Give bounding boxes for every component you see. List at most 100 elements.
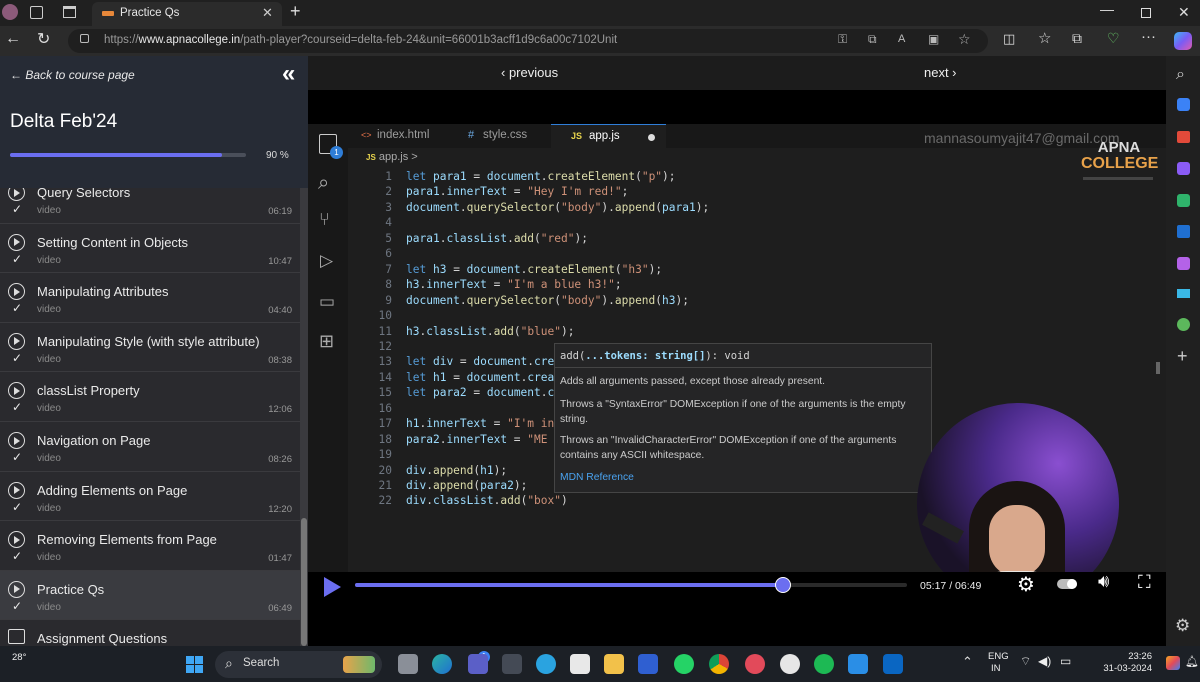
lesson-item[interactable]: Manipulating Attributes ✓ video 04:40 xyxy=(0,273,300,323)
fullscreen-icon[interactable]: ⛶ xyxy=(1138,572,1151,593)
notifications-icon[interactable]: 🔔︎ xyxy=(1185,655,1199,668)
spotify-icon[interactable] xyxy=(814,654,834,674)
weather-temp: 28° xyxy=(12,652,27,663)
seek-thumb[interactable] xyxy=(774,577,791,593)
taskbar-search-label: Search xyxy=(243,657,280,669)
red-app-icon[interactable] xyxy=(745,654,765,674)
back-icon[interactable]: ← xyxy=(5,30,21,48)
store-icon[interactable] xyxy=(570,654,590,674)
collapse-sidebar-icon[interactable]: « xyxy=(282,60,295,88)
url-host: www.apnacollege.in xyxy=(138,34,241,46)
key-icon[interactable]: ⚿ xyxy=(838,32,847,47)
new-tab-button[interactable]: + xyxy=(290,1,301,22)
telegram-icon[interactable] xyxy=(536,654,556,674)
more-menu-icon[interactable]: ··· xyxy=(1141,28,1156,45)
lock-icon[interactable] xyxy=(80,34,89,43)
chrome-icon[interactable] xyxy=(709,654,729,674)
volume-icon[interactable]: 🔊︎ xyxy=(1098,571,1109,592)
github-icon[interactable] xyxy=(780,654,800,674)
play-button[interactable] xyxy=(324,577,341,597)
outlook-icon[interactable] xyxy=(1177,225,1190,238)
lesson-item[interactable]: Setting Content in Objects ✓ video 10:47 xyxy=(0,224,300,274)
file-explorer-icon[interactable] xyxy=(604,654,624,674)
lesson-item[interactable]: Navigation on Page ✓ video 08:26 xyxy=(0,422,300,472)
language-indicator[interactable]: ENG IN xyxy=(988,651,1009,675)
lesson-item[interactable]: Assignment Questions xyxy=(0,620,300,646)
active-tab[interactable]: Practice Qs ✕ xyxy=(92,2,282,26)
back-to-course-link[interactable]: ← Back to course page xyxy=(10,68,135,82)
clock[interactable]: 23:26 31-03-2024 xyxy=(1090,651,1152,675)
immersive-reader-icon[interactable]: ▣ xyxy=(928,32,939,46)
lesson-item[interactable]: Practice Qs ✓ video 06:49 xyxy=(0,570,300,621)
lesson-item[interactable]: Adding Elements on Page ✓ video 12:20 xyxy=(0,472,300,522)
games-icon[interactable] xyxy=(1177,162,1190,175)
refresh-icon[interactable]: ↻ xyxy=(37,29,50,49)
drop-icon[interactable] xyxy=(1177,289,1190,298)
collections-icon[interactable]: ⧉ xyxy=(1072,30,1082,47)
wifi-icon[interactable]: ⌔ xyxy=(1020,654,1031,669)
sidebar-settings-icon[interactable]: ⚙ xyxy=(1175,616,1190,636)
play-circle-icon xyxy=(8,580,25,598)
show-hidden-icons[interactable]: ⌃ xyxy=(962,654,973,670)
task-view-icon[interactable] xyxy=(398,654,418,674)
close-window-button[interactable]: ✕ xyxy=(1178,4,1190,21)
close-tab-icon[interactable]: ✕ xyxy=(262,5,273,21)
weather-widget[interactable]: 28° xyxy=(6,650,46,678)
edge-taskbar-icon[interactable] xyxy=(432,654,452,674)
sidebar-scrollbar-thumb[interactable] xyxy=(301,518,307,646)
battery-icon[interactable]: ▭ xyxy=(1060,654,1071,668)
line-code: let para1 = document.createElement("p"); xyxy=(406,170,676,183)
taskbar-search[interactable]: ⌕ Search xyxy=(215,651,382,678)
favorite-star-icon[interactable]: ☆ xyxy=(958,31,971,48)
lesson-title: Adding Elements on Page xyxy=(37,482,188,498)
vscode-icon[interactable] xyxy=(848,654,868,674)
volume-tray-icon[interactable]: ◀) xyxy=(1038,654,1051,668)
autoplay-toggle[interactable] xyxy=(1057,579,1077,589)
add-sidebar-icon[interactable]: + xyxy=(1177,346,1188,367)
lesson-item[interactable]: Removing Elements from Page ✓ video 01:47 xyxy=(0,521,300,571)
tools-icon[interactable] xyxy=(1177,131,1190,143)
language-code: ENG xyxy=(988,651,1009,662)
split-screen-icon[interactable]: ◫ xyxy=(1003,31,1015,47)
open-app-icon[interactable]: ⧉ xyxy=(868,32,877,47)
lesson-title: Setting Content in Objects xyxy=(37,234,189,250)
app-icon[interactable] xyxy=(638,654,658,674)
next-button[interactable]: next › xyxy=(924,65,957,80)
shopping-icon[interactable] xyxy=(1177,98,1190,111)
tooltip-signature: add(...tokens: string[]): void xyxy=(560,350,750,362)
copilot-taskbar-icon[interactable] xyxy=(502,654,522,674)
seek-track[interactable] xyxy=(355,577,907,593)
url-field[interactable]: https://www.apnacollege.in/path-player?c… xyxy=(68,29,988,53)
source-control-icon: ⑂ xyxy=(319,209,330,229)
previous-button[interactable]: ‹ previous xyxy=(501,65,558,80)
sidebar-scrollbar[interactable] xyxy=(300,188,308,646)
region-code: IN xyxy=(991,663,1001,674)
tree-icon[interactable] xyxy=(1177,318,1190,331)
clock-date: 31-03-2024 xyxy=(1103,663,1152,674)
tab-actions-icon[interactable] xyxy=(63,6,76,18)
lesson-duration: 08:38 xyxy=(268,354,292,366)
linkedin-icon[interactable] xyxy=(883,654,903,674)
read-aloud-icon[interactable]: A xyxy=(898,33,905,45)
seek-fill xyxy=(355,583,783,587)
colorful-tray-icon[interactable] xyxy=(1166,656,1180,670)
start-button[interactable] xyxy=(186,656,203,673)
copilot-icon[interactable] xyxy=(1174,32,1192,50)
workspaces-icon[interactable] xyxy=(30,6,43,19)
whatsapp-icon[interactable] xyxy=(674,654,694,674)
line-code: document.querySelector("body").append(pa… xyxy=(406,200,710,214)
favorites-icon[interactable]: ☆ xyxy=(1038,29,1051,47)
search-sidebar-icon[interactable]: ⌕ xyxy=(1176,66,1185,84)
settings-gear-icon[interactable]: ⚙ xyxy=(1017,572,1035,597)
designer-icon[interactable] xyxy=(1177,257,1190,270)
copilot-sidebar-icon[interactable] xyxy=(1177,194,1190,207)
lesson-item[interactable]: classList Property ✓ video 12:06 xyxy=(0,372,300,422)
minimize-button[interactable]: — xyxy=(1100,1,1114,17)
profile-avatar[interactable] xyxy=(2,4,18,20)
teams-icon[interactable] xyxy=(468,654,488,674)
performance-icon[interactable]: ♡ xyxy=(1107,30,1120,47)
lesson-item[interactable]: Manipulating Style (with style attribute… xyxy=(0,323,300,373)
restore-button[interactable] xyxy=(1141,8,1151,18)
lesson-type: video xyxy=(37,403,61,415)
lesson-item[interactable]: Query Selectors ✓ video 06:19 xyxy=(0,188,300,224)
